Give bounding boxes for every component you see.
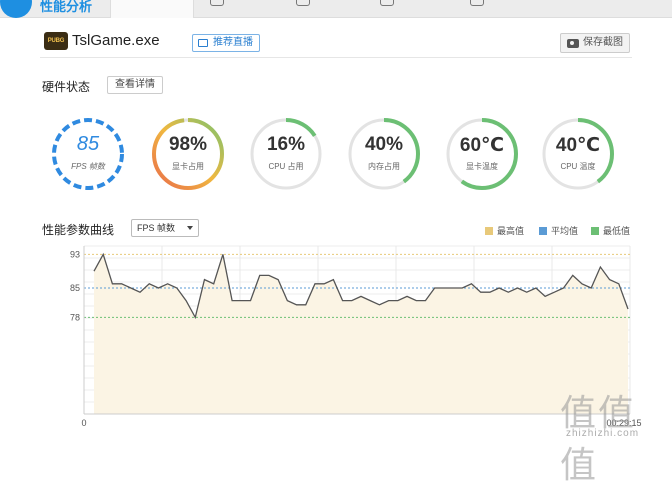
fps-chart: 9385780 00:29:15 — [70, 245, 642, 428]
y-tick-label: 85 — [70, 283, 80, 293]
y-tick-label: 78 — [70, 312, 80, 322]
area-fill — [94, 254, 628, 414]
x-tick-label-start: 0 — [81, 418, 86, 428]
watermark-url: zhizhizhi.com — [566, 428, 640, 439]
y-tick-label: 93 — [70, 249, 80, 259]
